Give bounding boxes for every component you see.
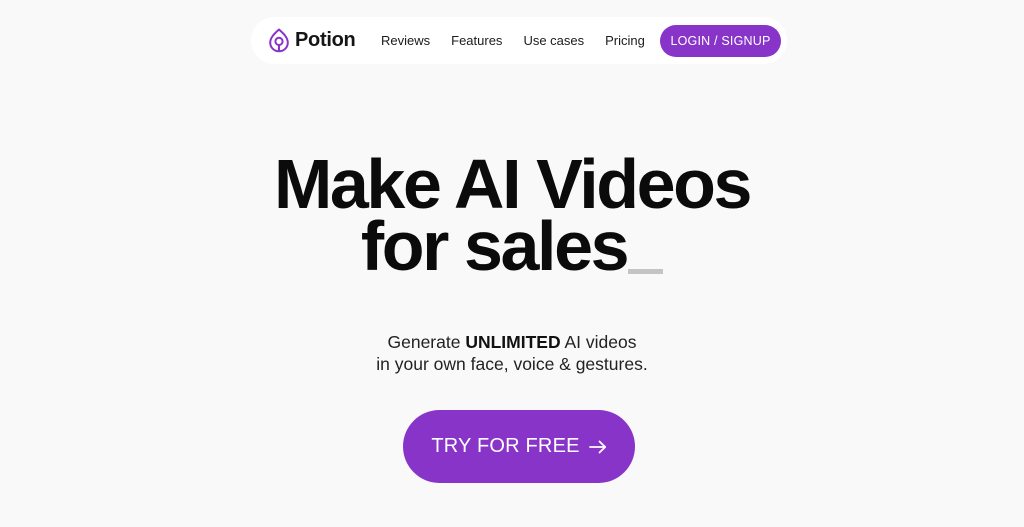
hero-title-line-1: Make AI Videos xyxy=(273,145,752,223)
hero-title: Make AI Videos for sales xyxy=(0,145,1024,281)
nav-links: Reviews Features Use cases Pricing xyxy=(381,17,645,64)
nav-link-features[interactable]: Features xyxy=(451,33,502,48)
potion-logo-icon xyxy=(269,28,289,53)
nav-link-pricing[interactable]: Pricing xyxy=(605,33,645,48)
subtitle-suffix: AI videos xyxy=(560,332,637,352)
hero-title-line-2-wrap: for sales xyxy=(0,211,1024,281)
hero-subtitle-line-1: Generate UNLIMITED AI videos xyxy=(0,331,1024,353)
login-signup-button[interactable]: LOGIN / SIGNUP xyxy=(660,25,781,57)
nav-link-use-cases[interactable]: Use cases xyxy=(523,33,584,48)
arrow-right-icon xyxy=(588,440,606,453)
subtitle-emphasis: UNLIMITED xyxy=(465,332,561,352)
try-for-free-button[interactable]: TRY FOR FREE xyxy=(403,410,635,483)
nav-link-reviews[interactable]: Reviews xyxy=(381,33,430,48)
brand-name: Potion xyxy=(295,29,356,51)
brand-logo-link[interactable]: Potion xyxy=(268,28,356,53)
hero-title-line-2: for sales xyxy=(360,207,630,285)
landing-page: Potion Reviews Features Use cases Pricin… xyxy=(0,0,1024,527)
cta-label: TRY FOR FREE xyxy=(431,435,580,457)
hero-subtitle: Generate UNLIMITED AI videos in your own… xyxy=(0,331,1024,375)
typing-caret xyxy=(628,269,664,274)
hero-subtitle-line-2: in your own face, voice & gestures. xyxy=(376,354,648,374)
top-nav: Potion Reviews Features Use cases Pricin… xyxy=(251,17,787,64)
subtitle-prefix: Generate xyxy=(387,332,466,352)
